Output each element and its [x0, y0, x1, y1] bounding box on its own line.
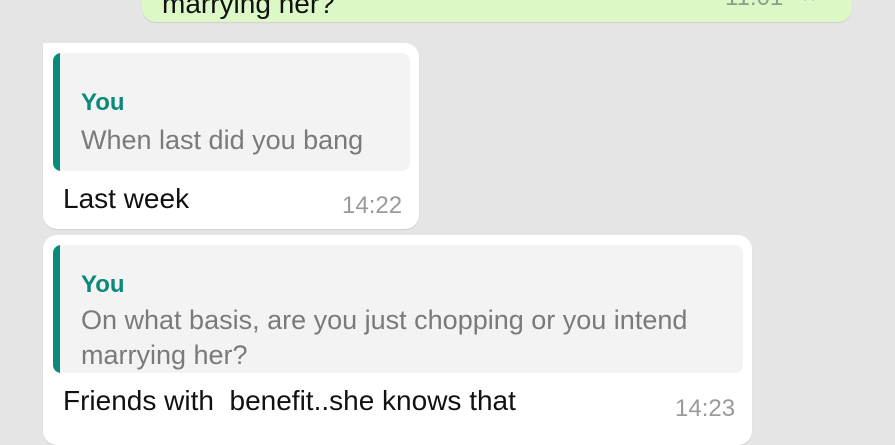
quote-text: On what basis, are you just chopping or …	[81, 305, 688, 370]
outgoing-message-bubble[interactable]: marrying her? 11:01	[142, 0, 852, 22]
incoming-message-bubble[interactable]: You On what basis, are you just chopping…	[43, 235, 752, 445]
message-text: Friends with benefit..she knows that	[63, 385, 516, 416]
quote-author: You	[81, 89, 125, 116]
quote-text: When last did you bang	[81, 125, 364, 155]
double-check-icon	[796, 0, 832, 9]
quote-author: You	[81, 271, 125, 298]
quoted-reply[interactable]: You On what basis, are you just chopping…	[53, 245, 743, 373]
message-timestamp: 14:23	[675, 395, 736, 422]
message-timestamp: 11:01	[725, 0, 783, 12]
message-timestamp: 14:22	[342, 192, 403, 219]
quoted-reply[interactable]: You When last did you bang	[53, 53, 410, 171]
quote-accent-bar	[53, 53, 60, 171]
incoming-message-bubble[interactable]: You When last did you bang Last week 14:…	[43, 43, 419, 229]
message-text: marrying her?	[162, 0, 335, 19]
quote-accent-bar	[53, 245, 60, 373]
message-text: Last week	[63, 183, 190, 214]
